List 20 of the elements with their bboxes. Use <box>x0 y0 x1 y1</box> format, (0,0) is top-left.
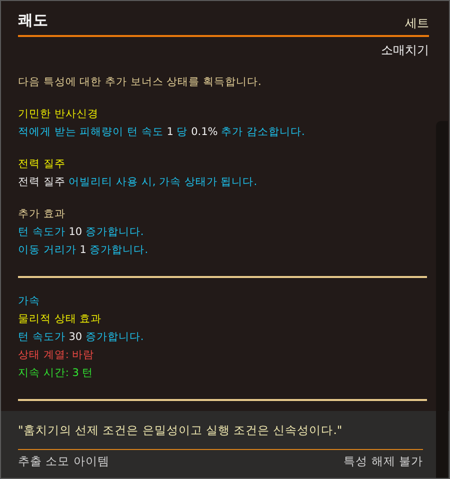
effect-text: 상태 계열: 바람 <box>18 348 96 362</box>
effect-text: 가속 <box>18 294 41 308</box>
effect-text: 턴 속도가 10 증가합니다. <box>18 224 145 240</box>
category-label: 소매치기 <box>380 42 429 58</box>
item-title: 쾌도 <box>18 10 48 31</box>
effect-text: 기민한 반사신경 <box>18 106 100 122</box>
effect-text: 추가 효과 <box>18 206 66 222</box>
effect-text: 전력 질주 <box>18 156 66 172</box>
effect-text: 물리적 상태 효과 <box>18 312 103 326</box>
effect-text: 이동 거리가 1 증가합니다. <box>18 242 150 258</box>
footer-label: 특성 해제 불가 <box>344 452 423 470</box>
effect-text: 턴 속도가 30 증가합니다. <box>18 330 145 344</box>
footer-label: 추출 소모 아이템 <box>18 452 110 470</box>
effect-text: 적에게 받는 피해량이 턴 속도 1 당 0.1% 추가 감소합니다. <box>18 124 306 140</box>
effect-text: 다음 특성에 대한 추가 보너스 상태를 획득합니다. <box>18 74 262 90</box>
flavor-quote: "훔치기의 선제 조건은 은밀성이고 실행 조건은 신속성이다." <box>18 422 344 439</box>
effect-text: 전력 질주 어빌리티 사용 시, 가속 상태가 됩니다. <box>18 174 258 190</box>
set-label: 세트 <box>405 14 429 32</box>
scrollbar[interactable] <box>436 121 448 478</box>
effect-text: 지속 시간: 3 턴 <box>18 366 94 380</box>
